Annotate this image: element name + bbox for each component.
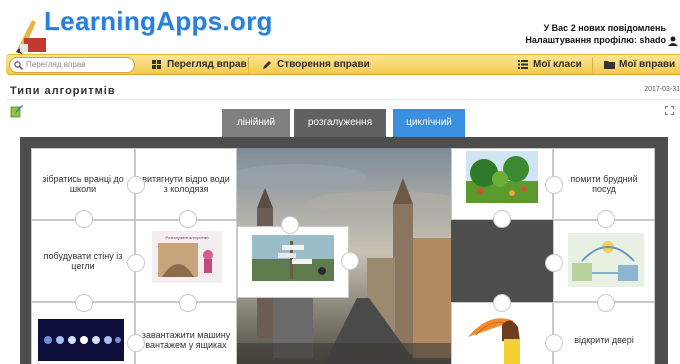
- garden-image: [466, 151, 538, 203]
- umbrella-girl-image: [466, 307, 546, 364]
- logo-pencil-icon: [16, 20, 46, 54]
- moon-phases-graphic: [44, 336, 121, 344]
- puzzle-tab: [127, 176, 145, 194]
- folder-icon: [604, 61, 615, 69]
- app-date: 2017-03-31: [644, 86, 680, 93]
- slide-image: Розгалужені алгоритми: [152, 231, 222, 283]
- nav-create-label: Створення вправи: [277, 59, 370, 70]
- signpost-image: [252, 235, 334, 281]
- search-input[interactable]: Перегляд вправ: [9, 57, 135, 73]
- card-diagram-image[interactable]: [553, 220, 655, 302]
- tab-branching[interactable]: розгалуження: [294, 109, 386, 137]
- umbrella-girl-graphic: [466, 307, 546, 364]
- puzzle-tab: [545, 334, 563, 352]
- puzzle-tab: [545, 176, 563, 194]
- nav-create-app[interactable]: Створення вправи: [262, 55, 370, 76]
- puzzle-tab: [493, 294, 511, 312]
- fullscreen-icon[interactable]: [665, 106, 674, 115]
- card-signpost-image[interactable]: [237, 226, 349, 298]
- slide-caption: Розгалужені алгоритми: [165, 235, 209, 240]
- puzzle-tab: [545, 254, 563, 272]
- nav-divider: [592, 57, 593, 73]
- puzzle-tab: [281, 216, 299, 234]
- puzzle-tab: [179, 294, 197, 312]
- profile-settings-link[interactable]: Налаштування профілю: shado: [525, 34, 666, 46]
- garden-image-graphic: [466, 151, 538, 203]
- puzzle-tab: [127, 334, 145, 352]
- card-pull-bucket-text: витягнути відро води з колодязя: [142, 174, 230, 194]
- signpost-image-graphic: [252, 235, 334, 281]
- grid-icon: [152, 60, 161, 69]
- puzzle-tab: [75, 210, 93, 228]
- puzzle-tab: [341, 252, 359, 270]
- nav-classes-label: Мої класи: [533, 59, 582, 70]
- diagram-image-graphic: [568, 233, 644, 287]
- nav-browse-label: Перегляд вправ: [167, 59, 247, 70]
- learningapps-page: LearningApps.org У Вас 2 нових повідомле…: [0, 0, 680, 364]
- tab-cyclic[interactable]: циклічний: [393, 109, 465, 137]
- tab-linear[interactable]: лінійний: [222, 109, 290, 137]
- messages-link[interactable]: У Вас 2 нових повідомлень: [525, 22, 666, 34]
- puzzle-tab: [127, 254, 145, 272]
- puzzle-grid: зібратись вранці до школи витягнути відр…: [31, 148, 655, 364]
- logo-text: LearningApps.org: [44, 6, 273, 36]
- navbar: Перегляд вправ Перегляд вправ Створення …: [6, 54, 680, 75]
- pencil-icon: [263, 61, 271, 69]
- puzzle-tab: [179, 210, 197, 228]
- moon-phases-image: [38, 319, 124, 361]
- puzzle-tab: [597, 210, 615, 228]
- puzzle-tab: [493, 210, 511, 228]
- user-info: У Вас 2 нових повідомлень Налаштування п…: [525, 22, 666, 46]
- card-load-truck-text: завантажити машину вантажем у ящиках: [141, 330, 231, 350]
- nav-my-apps[interactable]: Мої вправи: [604, 55, 675, 76]
- user-icon: [668, 36, 678, 46]
- nav-my-classes[interactable]: Мої класи: [518, 55, 582, 76]
- card-wake-up-text: зібратись вранці до школи: [42, 174, 124, 194]
- list-icon: [518, 60, 528, 69]
- edit-icon[interactable]: [10, 105, 23, 118]
- nav-divider: [248, 57, 249, 73]
- card-build-wall[interactable]: побудувати стіну із цегли: [31, 220, 135, 302]
- card-build-wall-text: побудувати стіну із цегли: [43, 251, 123, 271]
- card-wash-dishes-text: помити брудний посуд: [570, 174, 638, 194]
- puzzle-tab: [75, 294, 93, 312]
- logo[interactable]: LearningApps.org: [14, 0, 272, 56]
- divider: [6, 99, 680, 100]
- page-title: Типи алгоритмів: [10, 85, 116, 97]
- search-icon: [14, 61, 23, 70]
- diagram-image: [568, 233, 644, 287]
- nav-browse-apps[interactable]: Перегляд вправ: [152, 55, 247, 76]
- puzzle-tab: [597, 294, 615, 312]
- card-slide-image[interactable]: Розгалужені алгоритми: [135, 220, 237, 302]
- nav-apps-label: Мої вправи: [619, 59, 676, 70]
- card-open-doors-text: відкрити двері: [574, 335, 634, 345]
